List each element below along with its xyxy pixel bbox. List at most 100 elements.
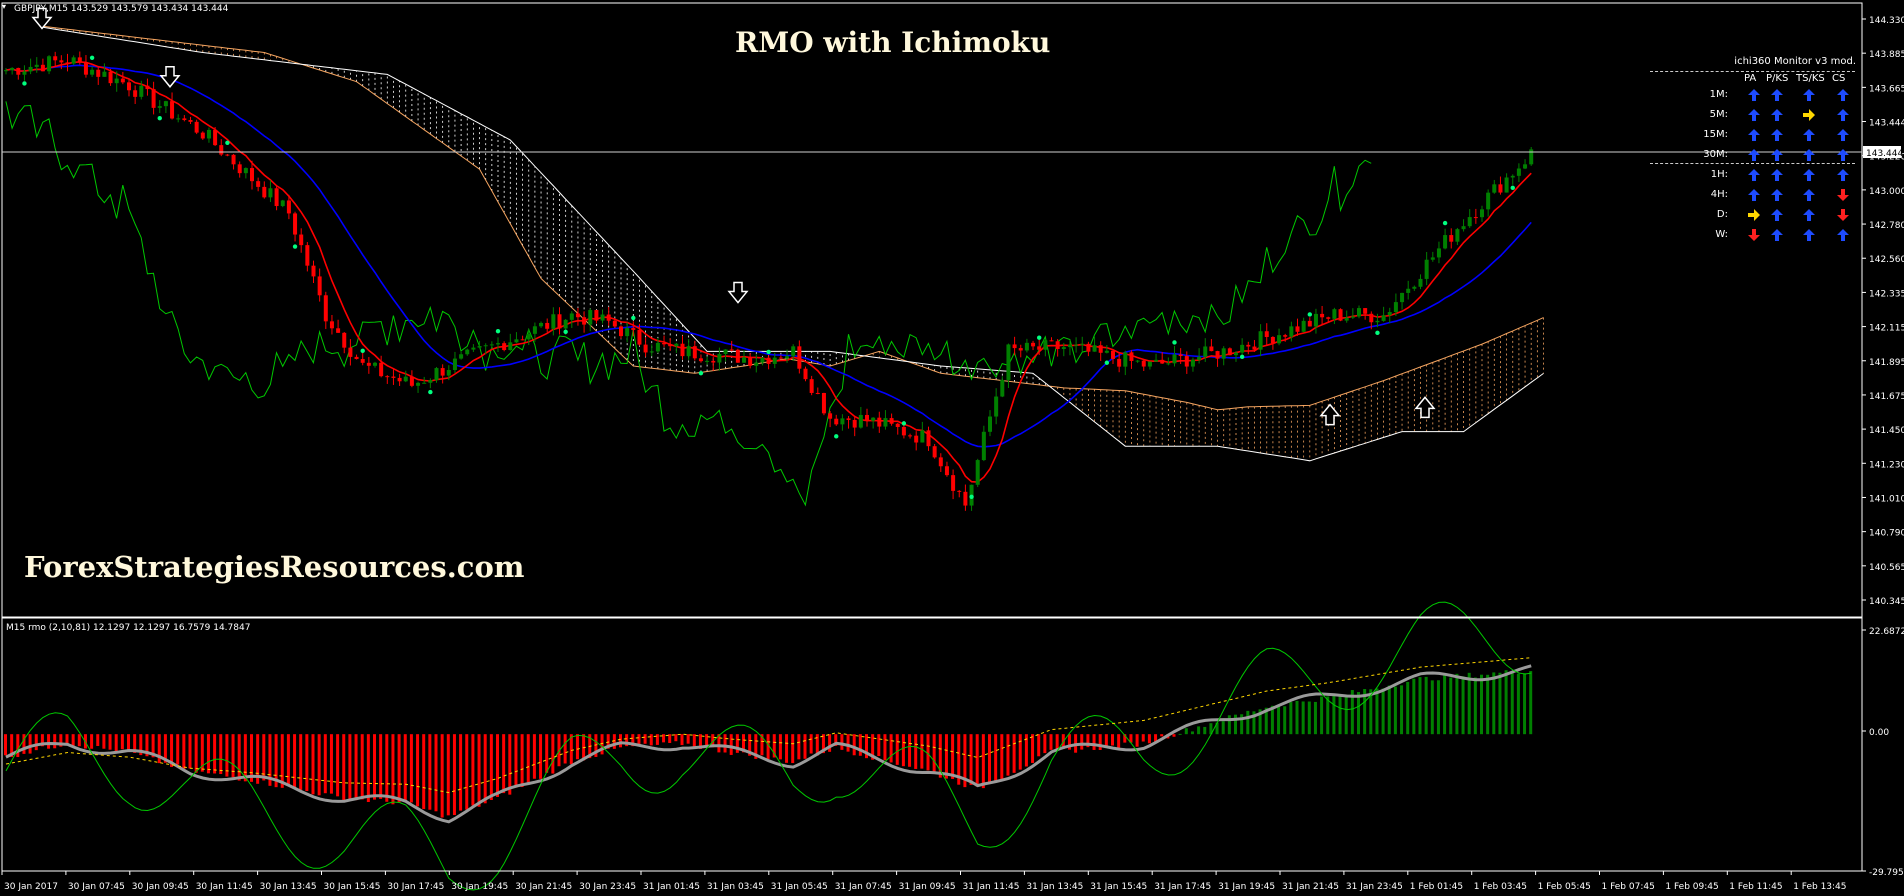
rmo-bar xyxy=(1184,728,1188,735)
rmo-bar xyxy=(459,734,463,811)
price-tick-label: 143.665 xyxy=(1869,84,1904,94)
candle-body xyxy=(742,357,746,363)
rmo-bar xyxy=(1504,670,1508,735)
monitor-col-pa: PA xyxy=(1744,73,1757,84)
arrow-up-icon xyxy=(1747,88,1761,102)
candle-body xyxy=(1203,346,1208,357)
rmo-bar xyxy=(643,734,647,744)
candle-body xyxy=(1498,184,1503,193)
rmo-bar xyxy=(1172,734,1176,737)
rmo-bar xyxy=(90,734,94,749)
candle-body xyxy=(988,416,992,432)
rmo-bar xyxy=(496,734,499,797)
candle-body xyxy=(1006,344,1011,380)
candle-body xyxy=(40,64,45,72)
chart-canvas[interactable]: 144.330143.885143.665143.444143.220143.0… xyxy=(0,0,1904,896)
rmo-bar xyxy=(729,734,733,755)
candle-body xyxy=(1252,346,1257,350)
candle-body xyxy=(932,446,937,458)
candle-body xyxy=(785,356,790,359)
arrow-up-icon xyxy=(1747,148,1761,162)
rmo-bar xyxy=(926,734,930,771)
candle-body xyxy=(1123,352,1128,367)
candle-body xyxy=(1332,309,1337,319)
arrow-down-icon xyxy=(1836,208,1850,222)
indicator-tick-label: -29.795 xyxy=(1869,868,1904,878)
arrow-up-icon xyxy=(1802,148,1816,162)
rmo-bar xyxy=(545,734,549,773)
rmo-bar xyxy=(809,734,813,754)
rmo-bar xyxy=(1301,701,1305,735)
rmo-bar xyxy=(889,734,893,763)
candle-body xyxy=(1024,342,1029,351)
candle-body xyxy=(1455,229,1460,242)
rmo-bar xyxy=(877,734,881,757)
candle-body xyxy=(1111,350,1115,359)
rmo-bar xyxy=(723,734,727,753)
rmo-bar xyxy=(520,734,524,788)
rmo-bar xyxy=(1467,672,1471,735)
indicator-tick-label: 22.6872 xyxy=(1869,627,1904,637)
rmo-bar xyxy=(422,734,426,810)
rmo-bar xyxy=(206,734,210,774)
candle-body xyxy=(981,431,986,461)
rmo-bar xyxy=(391,734,395,805)
time-tick-label: 30 Jan 23:45 xyxy=(579,882,636,892)
candle-body xyxy=(778,357,783,359)
candle-body xyxy=(1227,348,1232,356)
rmo-bar xyxy=(655,734,659,745)
rmo-bar xyxy=(4,734,7,756)
monitor-col-cs: CS xyxy=(1832,73,1846,84)
signal-dot xyxy=(901,421,907,426)
rmo-bar xyxy=(348,734,352,800)
rmo-bar xyxy=(883,734,887,761)
candle-body xyxy=(34,64,39,67)
candle-body xyxy=(250,168,254,182)
rmo-bar xyxy=(778,734,782,760)
arrow-up-icon xyxy=(1802,208,1816,222)
candle-body xyxy=(1190,359,1195,367)
candle-body xyxy=(293,213,298,235)
price-tick-label: 142.335 xyxy=(1869,289,1904,299)
candle-body xyxy=(170,101,175,119)
candle-body xyxy=(1000,379,1005,397)
rmo-bar xyxy=(1018,734,1022,770)
candle-body xyxy=(1412,286,1417,289)
candle-body xyxy=(877,417,882,427)
rmo-bar xyxy=(600,734,604,755)
candle-body xyxy=(1436,248,1441,258)
candle-body xyxy=(397,377,402,382)
candle-body xyxy=(1344,317,1349,321)
monitor-title: ichi360 Monitor v3 mod. xyxy=(1734,56,1856,67)
candle-body xyxy=(895,423,900,427)
candle-body xyxy=(901,426,906,436)
candle-body xyxy=(735,349,740,363)
arrow-down-icon xyxy=(1836,188,1850,202)
candle-body xyxy=(908,435,913,437)
rmo-bar xyxy=(354,734,358,801)
rmo-bar xyxy=(1492,672,1496,735)
candle-body xyxy=(83,62,88,75)
candle-body xyxy=(1449,235,1454,242)
candle-body xyxy=(1178,354,1183,357)
candle-body xyxy=(532,326,537,334)
candle-body xyxy=(526,333,531,340)
rmo-bar xyxy=(1049,734,1053,750)
candle-body xyxy=(1363,308,1368,314)
candle-body xyxy=(994,396,999,417)
rmo-bar xyxy=(1412,678,1416,735)
candle-body xyxy=(803,368,808,380)
candle-body xyxy=(373,362,377,366)
candle-body xyxy=(1055,341,1060,350)
candle-body xyxy=(139,85,144,97)
monitor-row-label: 4H: xyxy=(1710,189,1728,200)
signal-dot xyxy=(1375,330,1380,336)
time-tick-label: 1 Feb 03:45 xyxy=(1474,882,1527,892)
rmo-bar xyxy=(994,734,998,782)
signal-dot xyxy=(1104,360,1110,365)
chart-menu-icon[interactable]: ▾ xyxy=(2,2,6,11)
time-tick-label: 30 Jan 19:45 xyxy=(451,882,508,892)
rmo-bar xyxy=(1480,674,1483,735)
arrow-right-icon xyxy=(1802,108,1816,122)
candle-body xyxy=(1160,359,1165,364)
